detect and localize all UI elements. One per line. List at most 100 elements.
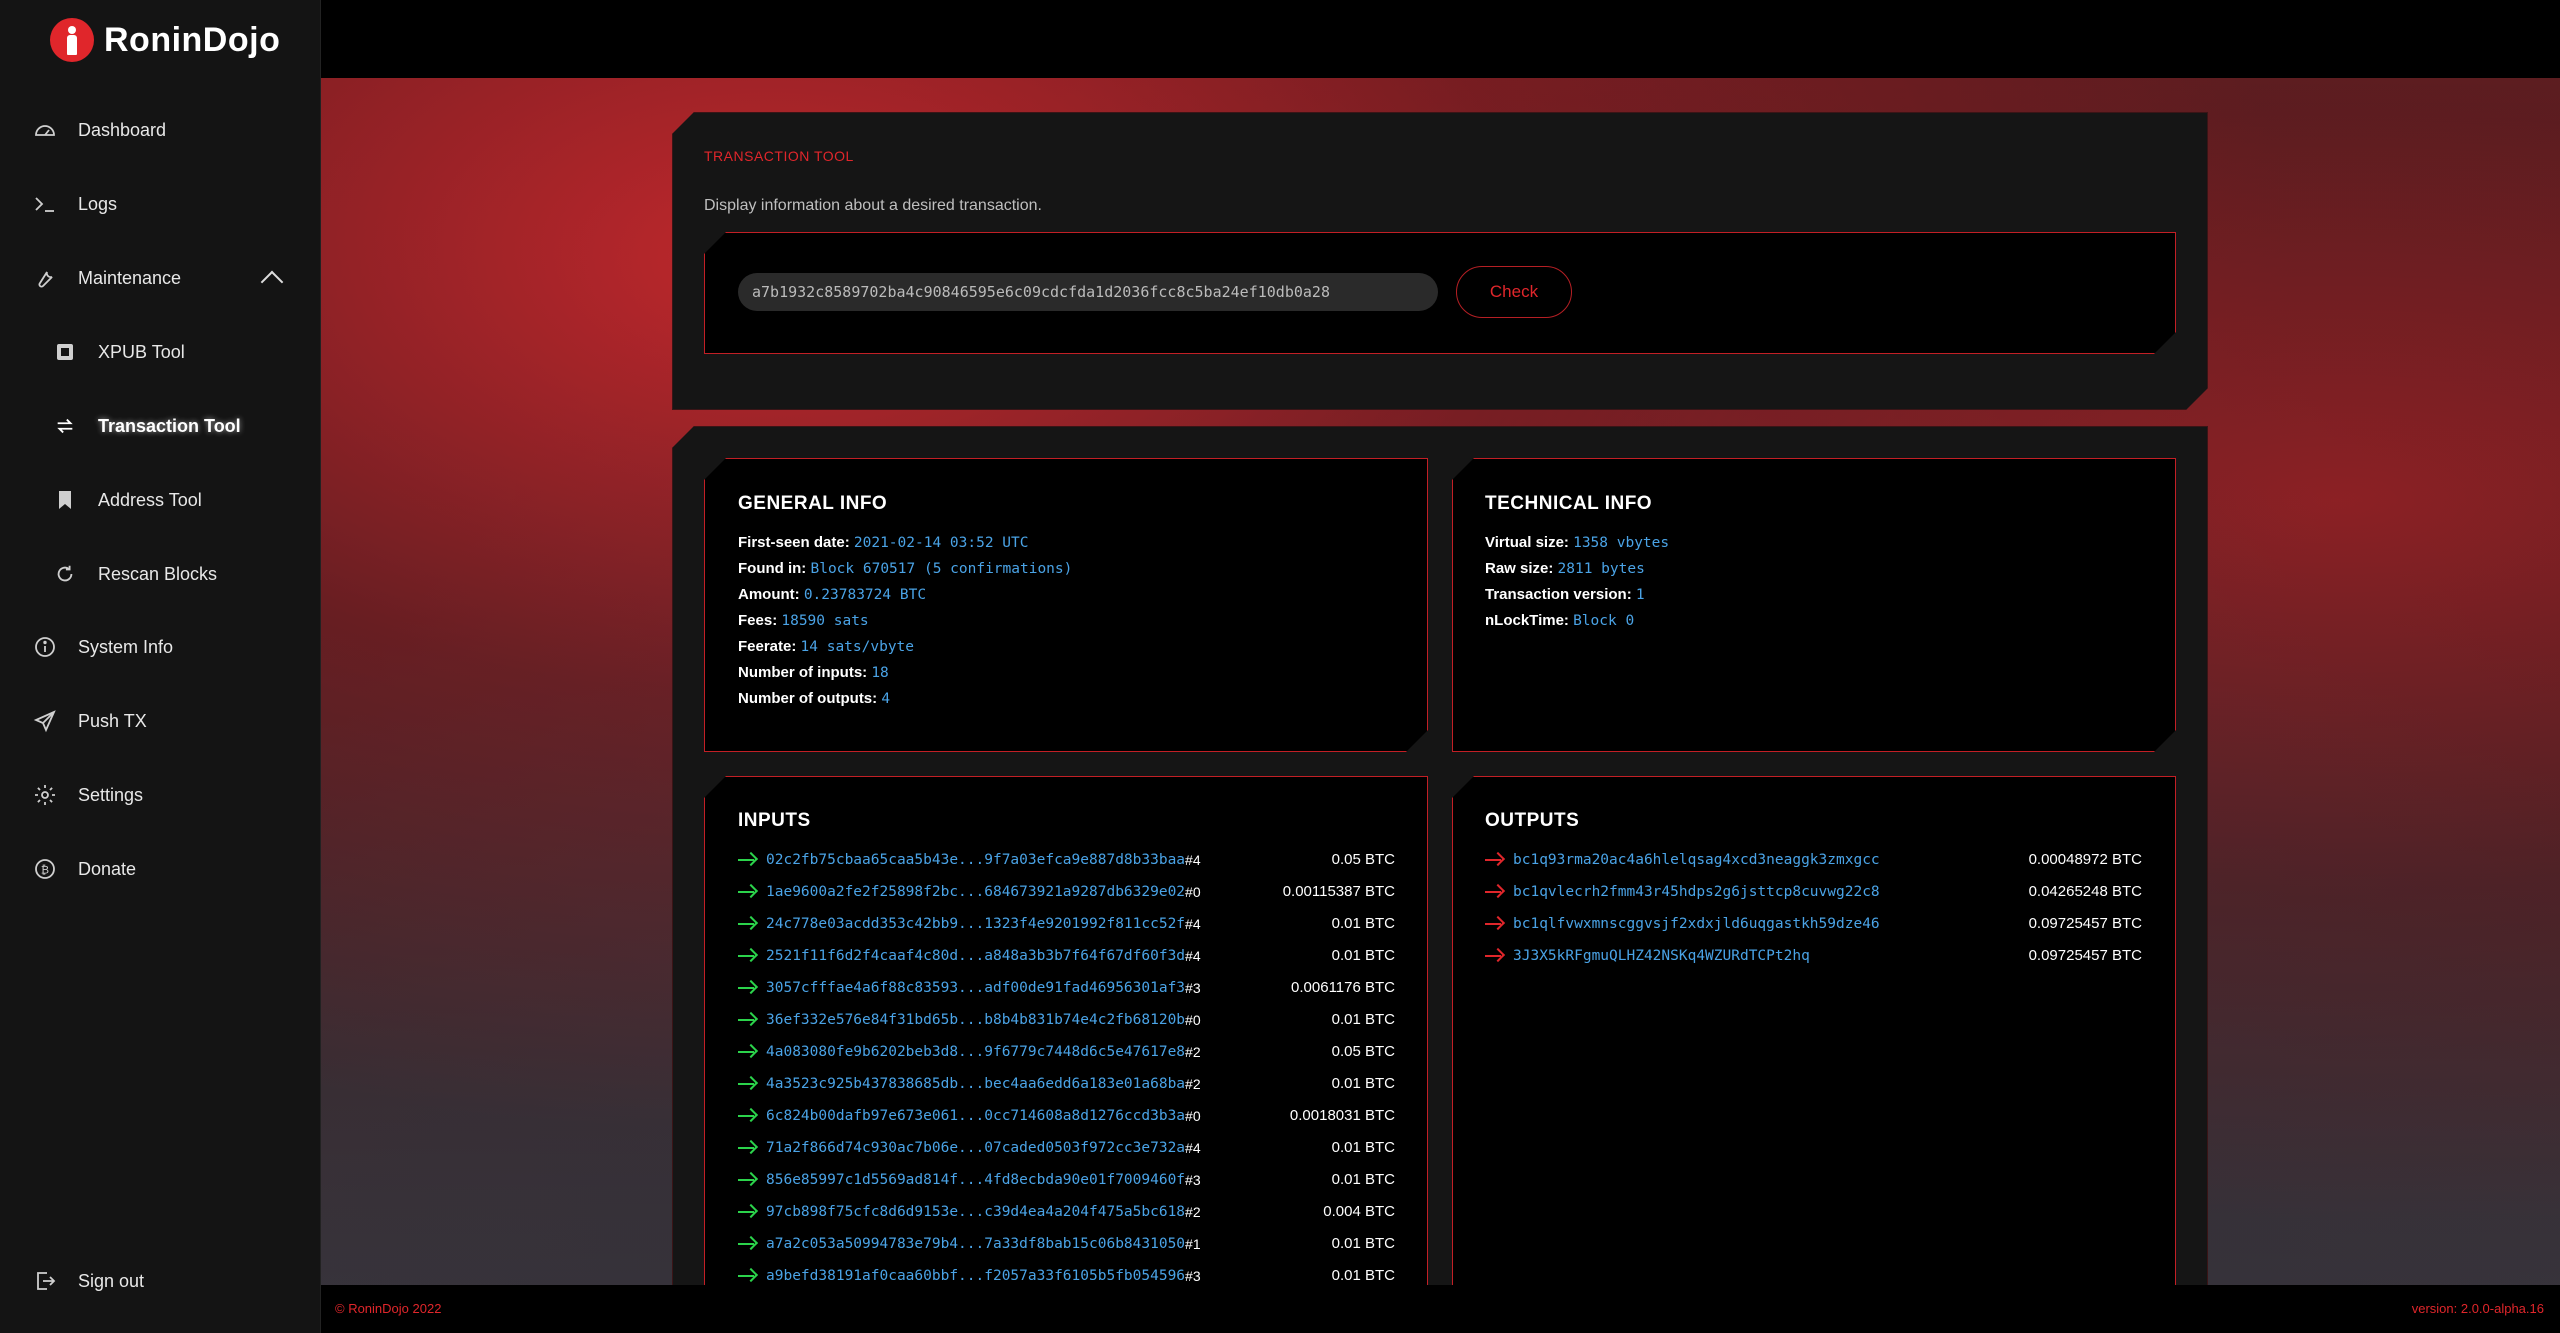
sidebar-item-label: Transaction Tool [98,415,241,436]
found-in-row: Found in: Block 670517 (5 confirmations) [738,560,1073,577]
input-amount: 0.01 BTC [1331,1139,1395,1156]
fees-row: Fees: 18590 sats [738,612,869,629]
arrow-right-icon [738,1077,758,1091]
sidebar-item-push-tx[interactable]: Push TX [32,695,332,747]
input-amount: 0.01 BTC [1331,1171,1395,1188]
num-outputs-row: Number of outputs: 4 [738,690,891,707]
signout-label: Sign out [78,1270,145,1291]
input-row[interactable]: a7a2c053a50994783e79b4...7a33df8bab15c06… [738,1228,1201,1260]
input-row[interactable]: 6c824b00dafb97e673e061...0cc714608a8d127… [738,1100,1201,1132]
arrow-right-icon [1485,949,1505,963]
sidebar-item-label: Address Tool [98,489,202,510]
output-row[interactable]: bc1qlfvwxmnscggvsjf2xdxjld6uqgastkh59dze… [1485,908,1880,940]
svg-text:₿: ₿ [41,864,49,877]
input-row[interactable]: 71a2f866d74c930ac7b06e...07caded0503f972… [738,1132,1201,1164]
input-amount: 0.05 BTC [1331,851,1395,868]
input-row[interactable]: 4a3523c925b437838685db...bec4aa6edd6a183… [738,1068,1201,1100]
gear-icon [32,782,58,808]
input-row[interactable]: 36ef332e576e84f31bd65b...b8b4b831b74e4c2… [738,1004,1201,1036]
input-amount: 0.0061176 BTC [1291,979,1395,996]
sidebar-item-donate[interactable]: ₿ Donate [32,843,332,895]
arrow-right-icon [738,917,758,931]
output-row[interactable]: bc1q93rma20ac4a6hlelqsag4xcd3neaggk3zmxg… [1485,844,1880,876]
arrow-right-icon [738,981,758,995]
arrow-right-icon [738,1045,758,1059]
output-amount: 0.04265248 BTC [2028,883,2142,900]
sidebar-item-rescan-blocks[interactable]: Rescan Blocks [52,548,352,600]
first-seen-row: First-seen date: 2021-02-14 03:52 UTC [738,534,1029,551]
arrow-right-icon [738,885,758,899]
info-icon [32,634,58,660]
input-amount: 0.01 BTC [1331,915,1395,932]
rawsize-row: Raw size: 2811 bytes [1485,560,1645,577]
footer: © RoninDojo 2022 version: 2.0.0-alpha.16 [321,1285,2560,1333]
input-row[interactable]: 856e85997c1d5569ad814f...4fd8ecbda90e01f… [738,1164,1201,1196]
square-icon [52,339,78,365]
brand-name: RoninDojo [104,20,281,59]
output-row[interactable]: 3J3X5kRFgmuQLHZ42NSKq4WZURdTCPt2hq [1485,940,1810,972]
check-button[interactable]: Check [1456,266,1572,318]
input-row[interactable]: 97cb898f75cfc8d6d9153e...c39d4ea4a204f47… [738,1196,1201,1228]
input-row[interactable]: 2521f11f6d2f4caaf4c80d...a848a3b3b7f64f6… [738,940,1201,972]
sidebar-item-label: Rescan Blocks [98,563,218,584]
input-row[interactable]: 4a083080fe9b6202beb3d8...9f6779c7448d6c5… [738,1036,1201,1068]
vsize-row: Virtual size: 1358 vbytes [1485,534,1670,551]
sidebar: RoninDojo Dashboard Logs Maintenance XPU… [0,0,321,1333]
arrow-right-icon [738,1141,758,1155]
input-row[interactable]: 1ae9600a2fe2f25898f2bc...684673921a9287d… [738,876,1201,908]
technical-info-title: TECHNICAL INFO [1485,493,1653,514]
sidebar-item-label: Dashboard [78,119,167,140]
sidebar-item-transaction-tool[interactable]: Transaction Tool [52,400,352,452]
chevron-up-icon[interactable] [260,270,284,294]
input-amount: 0.004 BTC [1323,1203,1395,1220]
input-amount: 0.01 BTC [1331,1267,1395,1284]
input-row[interactable]: 24c778e03acdd353c42bb9...1323f4e9201992f… [738,908,1201,940]
amount-row: Amount: 0.23783724 BTC [738,586,927,603]
sidebar-item-label: Maintenance [78,267,182,288]
arrow-right-icon [1485,885,1505,899]
input-amount: 0.01 BTC [1331,1011,1395,1028]
sidebar-item-label: Donate [78,858,137,879]
general-info-title: GENERAL INFO [738,493,888,514]
refresh-icon [52,561,78,587]
sidebar-item-settings[interactable]: Settings [32,769,332,821]
input-amount: 0.01 BTC [1331,1235,1395,1252]
input-amount: 0.01 BTC [1331,1075,1395,1092]
technical-info-list: Virtual size: 1358 vbytes Raw size: 2811… [1485,530,1669,634]
sidebar-item-xpub-tool[interactable]: XPUB Tool [52,326,352,378]
output-amount: 0.09725457 BTC [2028,915,2142,932]
sidebar-item-label: XPUB Tool [98,341,185,362]
brand-logo[interactable]: RoninDojo [50,16,280,64]
arrow-right-icon [738,949,758,963]
arrow-right-icon [1485,853,1505,867]
sidebar-item-system-info[interactable]: System Info [32,621,332,673]
sidebar-item-label: System Info [78,636,174,657]
block-link[interactable]: Block 670517 (5 confirmations) [810,561,1072,577]
sidebar-item-address-tool[interactable]: Address Tool [52,474,352,526]
output-row[interactable]: bc1qvlecrh2fmm43r45hdps2g6jsttcp8cuvwg22… [1485,876,1880,908]
sidebar-item-maintenance[interactable]: Maintenance [32,252,292,304]
sidebar-item-label: Settings [78,784,144,805]
arrow-right-icon [738,1173,758,1187]
version-label: version: 2.0.0-alpha.16 [2411,1301,2544,1316]
general-info-list: First-seen date: 2021-02-14 03:52 UTC Fo… [738,530,1072,712]
terminal-icon [32,191,58,217]
wrench-icon [32,265,58,291]
num-inputs-row: Number of inputs: 18 [738,664,889,681]
arrow-right-icon [738,853,758,867]
send-icon [32,708,58,734]
sidebar-item-logs[interactable]: Logs [32,178,332,230]
sidebar-item-dashboard[interactable]: Dashboard [32,104,332,156]
top-bar [321,0,2560,78]
arrow-right-icon [738,1269,758,1283]
panel-description: Display information about a desired tran… [704,197,1042,214]
outputs-title: OUTPUTS [1485,810,1580,831]
input-row[interactable]: 02c2fb75cbaa65caa5b43e...9f7a03efca9e887… [738,844,1201,876]
arrow-right-icon [1485,917,1505,931]
output-amount: 0.00048972 BTC [2028,851,2142,868]
arrow-right-icon [738,1013,758,1027]
txid-input[interactable] [738,273,1438,311]
input-row[interactable]: 3057cfffae4a6f88c83593...adf00de91fad469… [738,972,1201,1004]
input-amount: 0.05 BTC [1331,1043,1395,1060]
signout-button[interactable]: Sign out [32,1255,332,1307]
